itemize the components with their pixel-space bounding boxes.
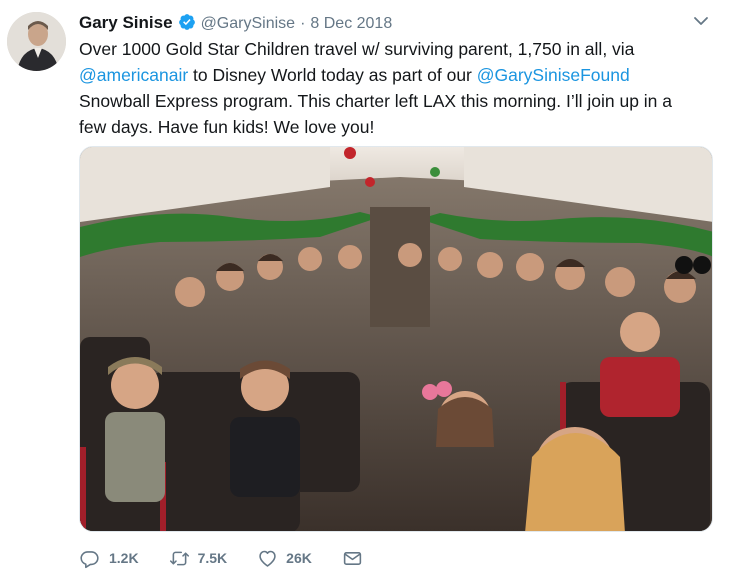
avatar[interactable] (7, 12, 66, 71)
separator-dot: · (300, 15, 306, 32)
tweet-text-line-4: few days. Have fun kids! We love you! (79, 117, 375, 137)
tweet-text-line-1: Over 1000 Gold Star Children travel w/ s… (79, 39, 635, 59)
reply-button[interactable]: 1.2K (79, 548, 139, 569)
direct-message-button[interactable] (342, 548, 363, 569)
retweet-icon (169, 551, 189, 565)
tweet-photo[interactable] (79, 146, 713, 532)
tweet-actions: 1.2K 7.5K 26K (79, 544, 393, 572)
retweet-count: 7.5K (197, 550, 228, 566)
author-name[interactable]: Gary Sinise (79, 13, 173, 33)
heart-icon (259, 550, 276, 567)
tweet-text-line-3: Snowball Express program. This charter l… (79, 91, 673, 111)
mention-link-americanair[interactable]: @americanair (79, 65, 188, 85)
envelope-icon (343, 551, 362, 565)
reply-icon (80, 550, 99, 568)
tweet[interactable]: Gary Sinise @GarySinise · 8 Dec 2018 Ove… (0, 0, 730, 583)
author-handle[interactable]: @GarySinise (201, 15, 296, 33)
like-count: 26K (286, 550, 312, 566)
mention-link-garysinisefound[interactable]: @GarySiniseFound (477, 65, 630, 85)
reply-count: 1.2K (109, 550, 139, 566)
tweet-date[interactable]: 8 Dec 2018 (310, 15, 392, 33)
like-button[interactable]: 26K (257, 548, 312, 569)
verified-badge-icon (178, 13, 196, 31)
tweet-text-line-2: @americanair to Disney World today as pa… (79, 62, 709, 88)
tweet-header: Gary Sinise @GarySinise · 8 Dec 2018 (79, 10, 392, 32)
chevron-down-icon[interactable] (692, 14, 710, 28)
tweet-text: Over 1000 Gold Star Children travel w/ s… (79, 36, 709, 140)
retweet-button[interactable]: 7.5K (169, 548, 228, 569)
tweet-text-mid: to Disney World today as part of our (188, 65, 477, 85)
